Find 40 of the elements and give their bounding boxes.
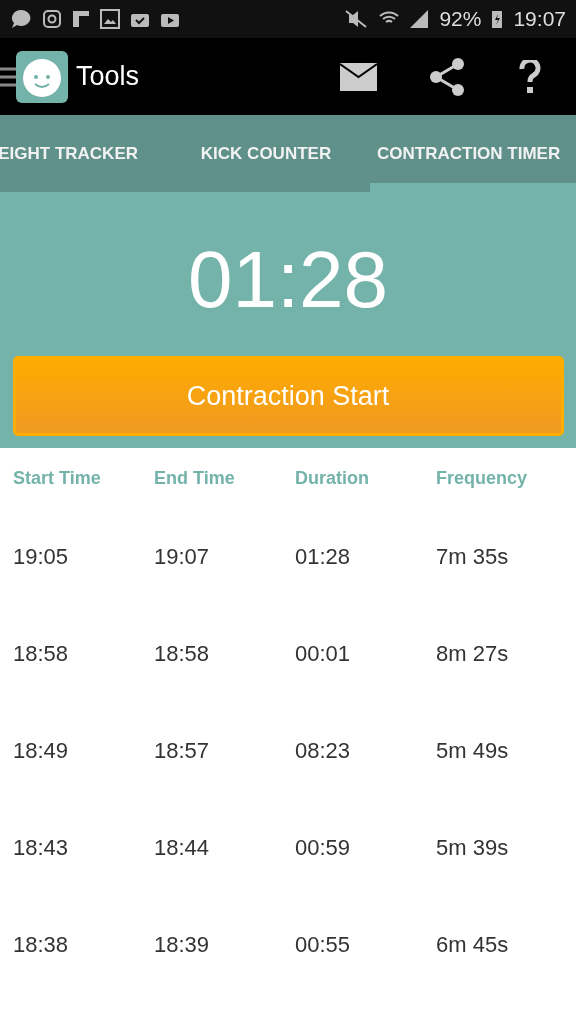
table-cell: 19:07 <box>154 543 210 570</box>
table-cell: 08:23 <box>295 737 351 764</box>
help-icon[interactable] <box>519 59 541 94</box>
clock-time: 19:07 <box>513 7 566 31</box>
table-cell: 18:58 <box>154 640 210 667</box>
baby-face-icon[interactable] <box>16 50 68 103</box>
table-cell: 18:39 <box>154 931 210 958</box>
table-cell: 00:59 <box>295 834 351 861</box>
table-cell: 5m 39s <box>436 834 509 861</box>
table-cell: 00:01 <box>295 640 351 667</box>
table-cell: 01:28 <box>295 543 351 570</box>
column-header: Frequency <box>436 467 528 489</box>
camera-icon <box>42 9 62 29</box>
menu-icon <box>0 65 16 88</box>
column-header: Start Time <box>13 467 101 489</box>
column-header: End Time <box>154 467 235 489</box>
chat-icon <box>10 8 32 30</box>
battery-percentage: 92% <box>439 7 482 31</box>
share-icon[interactable] <box>429 57 465 96</box>
flag-icon <box>72 10 90 28</box>
table-cell: 18:43 <box>13 834 69 861</box>
table-cell: 18:58 <box>13 640 69 667</box>
mail-icon[interactable] <box>340 62 377 91</box>
table-cell: 8m 27s <box>436 640 509 667</box>
screen-title: Tools <box>76 61 140 92</box>
battery-icon <box>491 9 504 29</box>
image-icon <box>100 9 120 29</box>
contraction-start-button[interactable]: Contraction Start <box>12 356 564 436</box>
table-cell: 18:57 <box>154 737 210 764</box>
table-cell: 5m 49s <box>436 737 509 764</box>
table-cell: 7m 35s <box>436 543 509 570</box>
table-cell: 6m 45s <box>436 931 509 958</box>
table-cell: 18:49 <box>13 737 69 764</box>
column-header: Duration <box>295 467 369 489</box>
table-cell: 18:38 <box>13 931 69 958</box>
table-cell: 18:44 <box>154 834 210 861</box>
table-cell: 00:55 <box>295 931 351 958</box>
timer-display: 01:28 <box>187 234 389 326</box>
signal-icon <box>409 9 430 29</box>
table-cell: 19:05 <box>13 543 69 570</box>
